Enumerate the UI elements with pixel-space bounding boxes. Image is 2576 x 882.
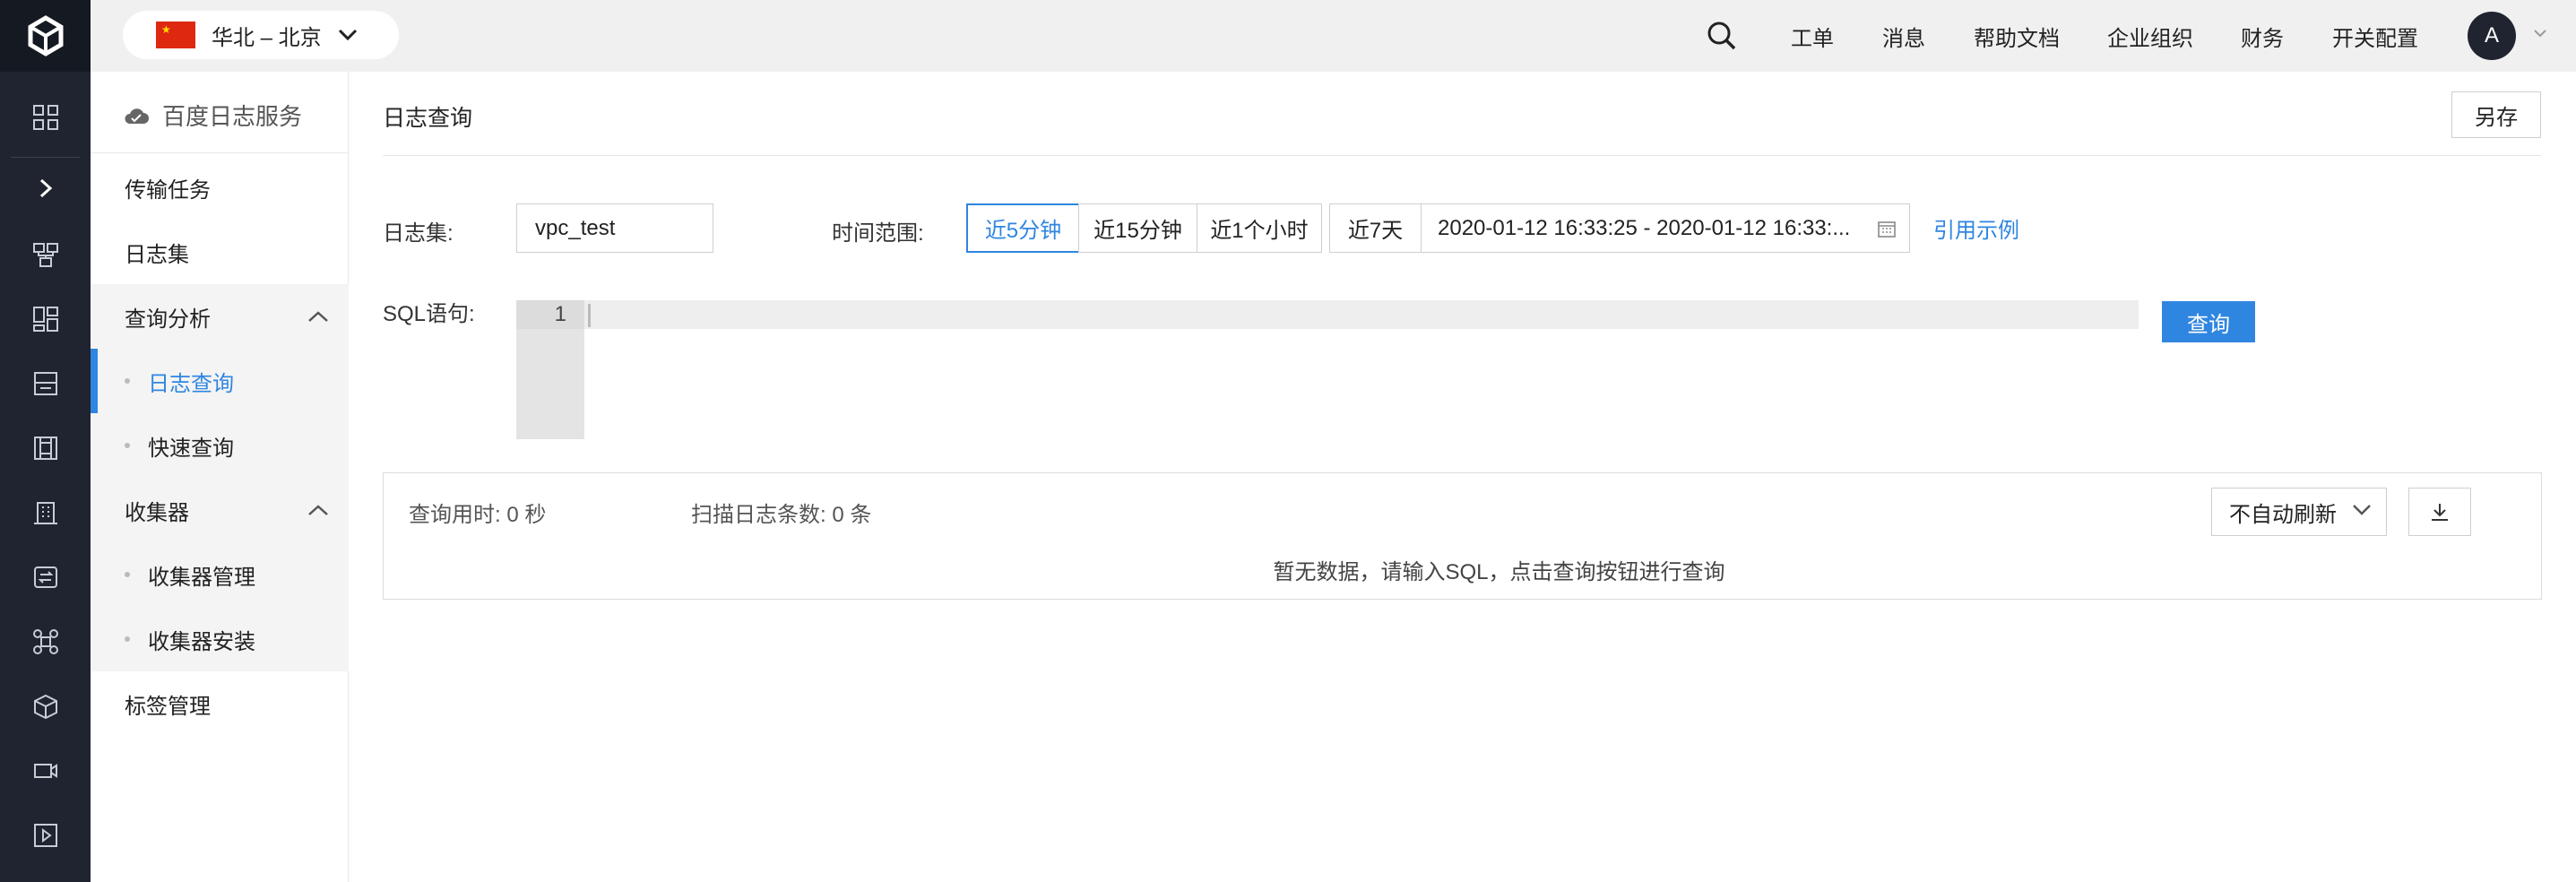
rail-divider [11,157,80,158]
logset-label: 日志集: [383,221,454,246]
time-option-1hour[interactable]: 近1个小时 [1197,203,1322,253]
sql-label: SQL语句: [383,302,475,326]
time-option-15min[interactable]: 近15分钟 [1078,203,1197,253]
active-indicator [91,349,98,413]
app-root: ★ 华北 – 北京 工单 消息 帮助文档 企业组织 财务 开关配置 A 百度日志… [0,0,2576,882]
region-selector[interactable]: ★ 华北 – 北京 [123,11,399,59]
layout-icon[interactable] [0,292,91,346]
service-title-label: 百度日志服务 [162,103,303,130]
transfer-icon[interactable] [0,550,91,604]
nav-finance[interactable]: 财务 [2241,0,2284,72]
region-label: 华北 – 北京 [212,25,322,50]
chevron-down-icon [338,29,357,41]
nav-messages[interactable]: 消息 [1882,0,1925,72]
line-number: 1 [516,300,566,329]
time-option-7days[interactable]: 近7天 [1329,203,1422,253]
sidebar-item-label: 收集器管理 [148,565,255,590]
server-icon[interactable] [0,421,91,475]
auto-refresh-select[interactable]: 不自动刷新 [2211,488,2387,536]
expand-chevron-icon[interactable] [0,161,91,215]
sidebar-item-label: 标签管理 [125,694,211,719]
scanned-count: 扫描日志条数: 0 条 [691,503,872,527]
command-icon[interactable] [0,615,91,669]
sidebar-item-label: 收集器安装 [148,629,255,654]
bullet-dot [125,378,130,384]
service-divider [91,152,349,153]
save-as-button[interactable]: 另存 [2451,91,2541,138]
auto-refresh-value: 不自动刷新 [2229,502,2337,527]
sidebar-item-transfer-tasks[interactable]: 传输任务 [91,155,349,220]
bullet-dot [125,636,130,642]
chevron-up-icon [308,505,328,515]
video-icon[interactable] [0,744,91,798]
empty-state-text: 暂无数据，请输入SQL，点击查询按钮进行查询 [1273,560,1725,584]
bullet-dot [125,572,130,577]
sidebar-item-log-query[interactable]: 日志查询 [91,349,349,413]
query-time: 查询用时: 0 秒 [409,503,547,527]
side-menu: 百度日志服务 传输任务 日志集 查询分析 日志查询 快速查询 收集器 收集器管理 [91,72,349,882]
logset-input[interactable]: vpc_test [516,203,713,253]
sidebar-item-collector-management[interactable]: 收集器管理 [91,542,349,607]
sidebar-item-label: 传输任务 [125,177,211,203]
result-panel: 查询用时: 0 秒 扫描日志条数: 0 条 不自动刷新 暂无数据，请输入SQL，… [383,472,2542,600]
search-icon[interactable] [1707,0,1737,72]
chevron-down-icon [2353,505,2371,515]
chevron-up-icon [308,311,328,322]
nav-organization[interactable]: 企业组织 [2107,0,2193,72]
play-icon[interactable] [0,808,91,862]
sidebar-item-tag-management[interactable]: 标签管理 [91,671,349,736]
bullet-dot [125,443,130,448]
query-button[interactable]: 查询 [2162,301,2255,342]
avatar[interactable]: A [2468,12,2516,60]
avatar-caret-icon[interactable] [2533,29,2547,38]
time-option-5min[interactable]: 近5分钟 [966,203,1080,253]
sidebar-item-collector-install[interactable]: 收集器安装 [91,607,349,671]
nav-switch-config[interactable]: 开关配置 [2332,0,2418,72]
storage-icon[interactable] [0,357,91,411]
dashboard-icon[interactable] [0,91,91,144]
sidebar-group-query-analysis[interactable]: 查询分析 [91,284,349,349]
date-range-picker[interactable]: 2020-01-12 16:33:25 - 2020-01-12 16:33:.… [1421,203,1910,253]
china-flag-icon: ★ [156,22,195,48]
calendar-icon [1878,221,1896,238]
sidebar-item-label: 收集器 [125,500,189,525]
sidebar-item-label: 日志查询 [148,371,234,396]
title-divider [383,155,2541,156]
service-title: 百度日志服务 [123,99,302,132]
sidebar-item-label: 日志集 [125,242,189,267]
nav-help-docs[interactable]: 帮助文档 [1974,0,2060,72]
building-icon[interactable] [0,486,91,540]
sidebar-item-label: 快速查询 [148,436,234,461]
cloud-icon [125,108,149,124]
sidebar-group-collectors[interactable]: 收集器 [91,478,349,542]
editor-cursor [588,304,591,327]
sidebar-item-logsets[interactable]: 日志集 [91,220,349,284]
example-link[interactable]: 引用示例 [1933,212,2019,244]
download-button[interactable] [2408,488,2471,536]
sidebar-item-label: 查询分析 [125,307,211,332]
download-icon [2432,504,2448,521]
main-content: 日志查询 另存 日志集: vpc_test 时间范围: 近5分钟 近15分钟 近… [350,72,2576,882]
network-icon[interactable] [0,228,91,281]
cube-logo-icon [28,15,63,56]
page-title: 日志查询 [383,106,473,131]
icon-rail [0,0,91,882]
sql-editor[interactable] [516,300,2139,329]
sidebar-item-quick-query[interactable]: 快速查询 [91,413,349,478]
package-icon[interactable] [0,679,91,733]
nav-ticket[interactable]: 工单 [1791,0,1834,72]
date-range-value: 2020-01-12 16:33:25 - 2020-01-12 16:33:.… [1438,215,1851,240]
top-bar: ★ 华北 – 北京 工单 消息 帮助文档 企业组织 财务 开关配置 [91,0,2576,72]
logo[interactable] [0,0,91,72]
time-range-label: 时间范围: [832,221,924,246]
